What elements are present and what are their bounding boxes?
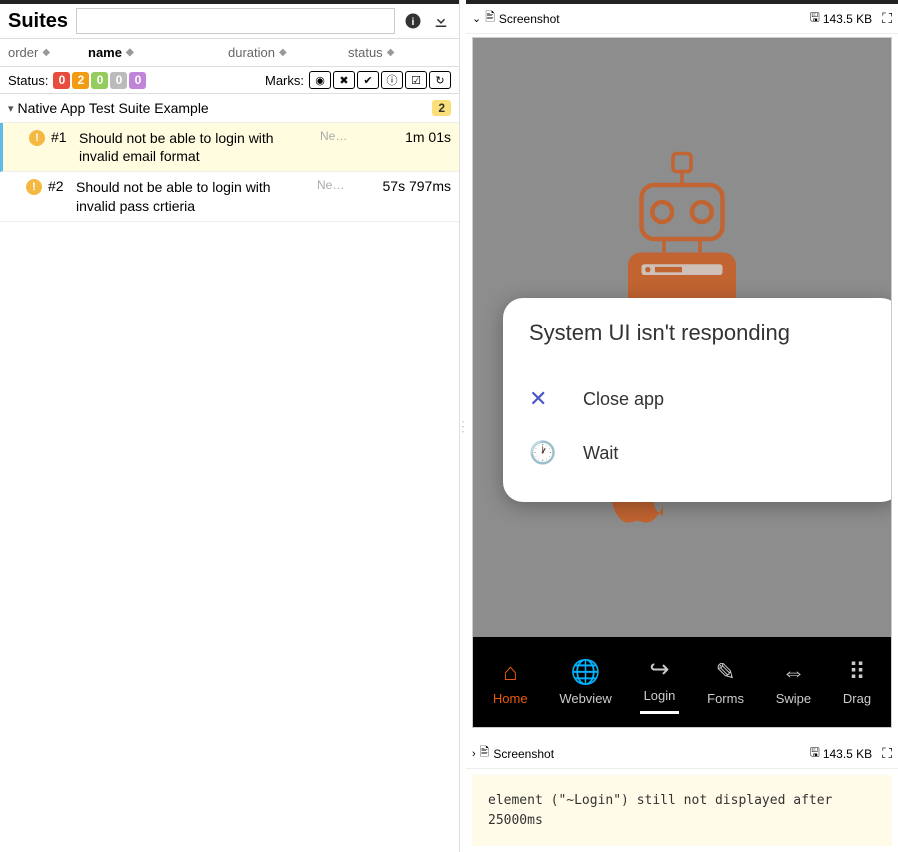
column-name[interactable]: name◆ bbox=[88, 45, 208, 60]
screenshot-label: Screenshot bbox=[499, 12, 806, 26]
test-number: #1 bbox=[51, 129, 73, 145]
nav-drag[interactable]: ⠿Drag bbox=[839, 654, 875, 710]
system-dialog: System UI isn't responding ✕ Close app 🕐… bbox=[503, 298, 892, 502]
screenshot-header-2[interactable]: › 🖹 Screenshot 🖫 143.5 KB ⛶ bbox=[466, 739, 898, 769]
column-order[interactable]: order◆ bbox=[8, 45, 68, 60]
marks-label: Marks: bbox=[265, 73, 304, 88]
suite-name: Native App Test Suite Example bbox=[18, 100, 433, 116]
status-badge-pass[interactable]: 0 bbox=[91, 72, 108, 89]
clock-icon: 🕐 bbox=[529, 440, 553, 466]
chevron-down-icon: ▾ bbox=[8, 102, 14, 115]
test-name: Should not be able to login with invalid… bbox=[79, 129, 314, 165]
screenshot-size: 🖫 143.5 KB bbox=[810, 743, 873, 764]
status-badge-other[interactable]: 0 bbox=[129, 72, 146, 89]
status-badge-skip[interactable]: 0 bbox=[110, 72, 127, 89]
login-icon: ↪ bbox=[649, 655, 669, 684]
screenshot-label: Screenshot bbox=[493, 747, 805, 761]
column-status[interactable]: status◆ bbox=[348, 45, 428, 60]
image-icon: 🖹 bbox=[480, 743, 490, 764]
test-row[interactable]: ! #2 Should not be able to login with in… bbox=[0, 172, 459, 221]
dialog-wait[interactable]: 🕐 Wait bbox=[529, 426, 875, 480]
download-icon[interactable] bbox=[431, 11, 451, 31]
test-row[interactable]: ! #1 Should not be able to login with in… bbox=[0, 123, 459, 172]
test-duration: 1m 01s bbox=[358, 129, 451, 145]
column-duration[interactable]: duration◆ bbox=[228, 45, 318, 60]
nav-forms[interactable]: ✎Forms bbox=[703, 654, 748, 710]
error-message: element ("~Login") still not displayed a… bbox=[472, 775, 892, 846]
expand-icon[interactable]: ⛶ bbox=[882, 745, 892, 762]
dialog-title: System UI isn't responding bbox=[529, 320, 875, 346]
dialog-close-app[interactable]: ✕ Close app bbox=[529, 372, 875, 426]
svg-text:i: i bbox=[412, 16, 415, 28]
expand-icon[interactable]: ⛶ bbox=[882, 10, 892, 27]
home-icon: ⌂ bbox=[503, 659, 518, 687]
nav-login[interactable]: ↪Login bbox=[640, 651, 680, 714]
test-name: Should not be able to login with invalid… bbox=[76, 178, 311, 214]
table-header: order◆ name◆ duration◆ status◆ bbox=[0, 38, 459, 67]
webview-icon: 🌐 bbox=[571, 658, 601, 687]
mark-flaky-icon[interactable]: ◉ bbox=[309, 71, 331, 89]
suite-row[interactable]: ▾ Native App Test Suite Example 2 bbox=[0, 94, 459, 123]
mark-checked-icon[interactable]: ☑ bbox=[405, 71, 427, 89]
status-badge-fail[interactable]: 0 bbox=[53, 72, 70, 89]
status-label: Status: bbox=[8, 73, 48, 88]
swipe-icon: ⇔ bbox=[781, 659, 805, 687]
status-badge-warn[interactable]: 2 bbox=[72, 72, 89, 89]
forms-icon: ✎ bbox=[716, 658, 736, 687]
test-tag: Ne… bbox=[317, 178, 349, 192]
nav-webview[interactable]: 🌐Webview bbox=[555, 654, 616, 710]
image-icon: 🖹 bbox=[485, 8, 495, 29]
chevron-down-icon: ⌄ bbox=[472, 12, 481, 25]
mark-bug-icon[interactable]: ✖ bbox=[333, 71, 355, 89]
page-title: Suites bbox=[8, 10, 68, 33]
test-duration: 57s 797ms bbox=[355, 178, 451, 194]
chevron-right-icon: › bbox=[472, 748, 476, 760]
mark-fixed-icon[interactable]: ✔ bbox=[357, 71, 379, 89]
nav-swipe[interactable]: ⇔Swipe bbox=[772, 655, 815, 710]
drag-icon: ⠿ bbox=[848, 658, 866, 687]
test-number: #2 bbox=[48, 178, 70, 194]
nav-home[interactable]: ⌂Home bbox=[489, 655, 532, 710]
warn-icon: ! bbox=[29, 130, 45, 146]
search-input[interactable] bbox=[76, 8, 395, 34]
test-tag: Ne… bbox=[320, 129, 352, 143]
mark-retry-icon[interactable]: ↻ bbox=[429, 71, 451, 89]
screenshot-header-1[interactable]: ⌄ 🖹 Screenshot 🖫 143.5 KB ⛶ bbox=[466, 4, 898, 34]
info-icon[interactable]: i bbox=[403, 11, 423, 31]
suite-count-badge: 2 bbox=[432, 100, 451, 116]
phone-screenshot: WEBDRIVERI/O Demo app for the appium-boi… bbox=[472, 37, 892, 728]
screenshot-size: 🖫 143.5 KB bbox=[810, 8, 873, 29]
mark-info-icon[interactable]: ⓘ bbox=[381, 71, 403, 89]
warn-icon: ! bbox=[26, 179, 42, 195]
close-icon: ✕ bbox=[529, 386, 553, 412]
